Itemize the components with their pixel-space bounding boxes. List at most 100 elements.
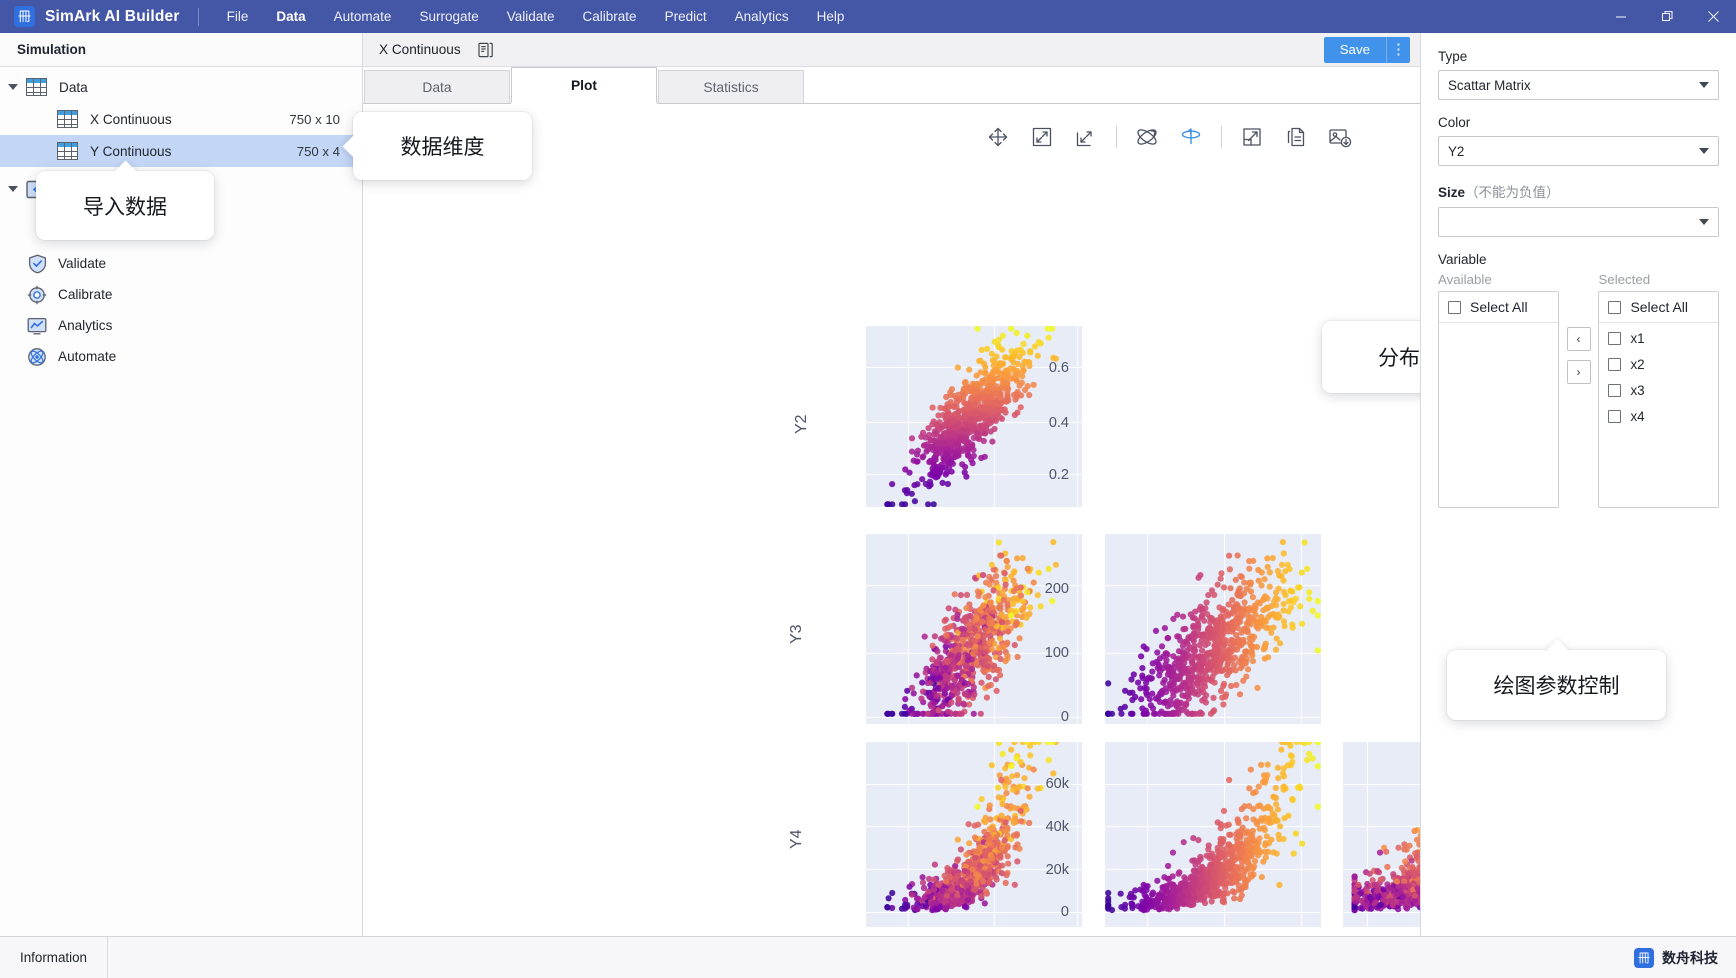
minimize-icon[interactable] xyxy=(1598,0,1644,33)
available-select-all-label: Select All xyxy=(1470,299,1528,315)
color-select-value: Y2 xyxy=(1448,143,1465,159)
tab-statistics[interactable]: Statistics xyxy=(658,70,804,103)
book-panel-icon[interactable] xyxy=(477,40,497,60)
expand-caret-surrogate[interactable] xyxy=(0,186,26,192)
list-item[interactable]: x1 xyxy=(1608,331,1709,346)
status-bar: Information 冊 数舟科技 xyxy=(0,936,1736,978)
tree-item-label: Y Continuous xyxy=(90,143,172,159)
sidebar-item-label: Calibrate xyxy=(58,287,113,302)
save-button-group: Save ⋮ xyxy=(1323,36,1410,63)
zoom-in-collapse-icon[interactable] xyxy=(1064,120,1108,154)
sidebar-item-label: Analytics xyxy=(58,318,113,333)
menu-item-calibrate[interactable]: Calibrate xyxy=(569,3,651,30)
move-right-button[interactable]: › xyxy=(1566,360,1591,384)
callout-data-dimension: 数据维度 xyxy=(353,112,532,180)
chevron-down-icon xyxy=(1699,148,1709,154)
menu-item-analytics[interactable]: Analytics xyxy=(721,3,803,30)
app-logo-icon: 冊 xyxy=(14,6,35,27)
tab-data[interactable]: Data xyxy=(364,70,510,103)
size-select[interactable] xyxy=(1438,207,1719,237)
axis-tick-y4-40k: 40k xyxy=(1045,819,1069,835)
tree-item-label: Data xyxy=(59,79,88,95)
menu-item-help[interactable]: Help xyxy=(803,3,859,30)
menu-item-validate[interactable]: Validate xyxy=(493,3,569,30)
axis-tick-y2-0p6: 0.6 xyxy=(1048,360,1069,376)
document-actions: Save ⋮ xyxy=(1323,36,1420,63)
type-select[interactable]: Scattar Matrix xyxy=(1438,70,1719,100)
available-column: Available Select All xyxy=(1438,272,1559,508)
callout-distribution-scatter: 分布散点图 xyxy=(1322,321,1420,393)
checkbox-x2[interactable] xyxy=(1608,358,1622,371)
status-information[interactable]: Information xyxy=(0,937,108,978)
sidebar-item-label: Automate xyxy=(58,349,117,364)
menu-item-surrogate[interactable]: Surrogate xyxy=(405,3,492,30)
tree-item-label: X Continuous xyxy=(90,111,172,127)
sidebar-title: Simulation xyxy=(0,33,362,67)
tree-item-data[interactable]: Data xyxy=(0,71,362,103)
save-options-menu-button[interactable]: ⋮ xyxy=(1386,36,1410,63)
menu-item-file[interactable]: File xyxy=(213,3,263,30)
color-select[interactable]: Y2 xyxy=(1438,136,1719,166)
axis-tick-y3-200: 200 xyxy=(1044,581,1069,597)
available-items xyxy=(1439,323,1558,507)
checkbox-x3[interactable] xyxy=(1608,384,1622,397)
tab-plot[interactable]: Plot xyxy=(511,67,657,103)
list-item-label: x4 xyxy=(1630,409,1645,424)
expand-caret-data[interactable] xyxy=(0,84,26,90)
list-item[interactable]: x2 xyxy=(1608,357,1709,372)
title-divider xyxy=(197,7,199,26)
tree-item-y-continuous[interactable]: Y Continuous 750 x 4 xyxy=(0,135,362,167)
list-item-label: x3 xyxy=(1630,383,1645,398)
scatter-panel-y4-y2[interactable] xyxy=(1105,742,1321,927)
available-listbox[interactable]: Select All xyxy=(1438,291,1559,508)
close-icon[interactable] xyxy=(1690,0,1736,33)
sidebar-item-validate[interactable]: Validate xyxy=(0,248,362,279)
checkbox-x4[interactable] xyxy=(1608,410,1622,423)
chart-monitor-icon xyxy=(26,315,48,337)
save-button[interactable]: Save xyxy=(1323,36,1386,63)
selected-listbox[interactable]: Select All x1 x2 x3 x4 xyxy=(1598,291,1720,508)
list-item-label: x2 xyxy=(1630,357,1645,372)
copy-duplicate-icon[interactable] xyxy=(1274,120,1318,154)
menu-item-automate[interactable]: Automate xyxy=(320,3,406,30)
pan-move-icon[interactable] xyxy=(976,120,1020,154)
table-icon xyxy=(57,141,79,161)
axis-tick-y3-0: 0 xyxy=(1060,709,1069,725)
zoom-out-expand-icon[interactable] xyxy=(1020,120,1064,154)
type-select-value: Scattar Matrix xyxy=(1448,77,1531,93)
checkbox-x1[interactable] xyxy=(1608,332,1622,345)
tree-item-x-continuous[interactable]: X Continuous 750 x 10 xyxy=(0,103,362,135)
selected-select-all-row[interactable]: Select All xyxy=(1599,292,1719,323)
scatter-panel-y3-y1[interactable] xyxy=(866,534,1082,724)
selected-items: x1 x2 x3 x4 xyxy=(1599,323,1718,507)
available-select-all-row[interactable]: Select All xyxy=(1439,292,1558,323)
list-item[interactable]: x3 xyxy=(1608,383,1709,398)
available-select-all-checkbox[interactable] xyxy=(1448,300,1461,314)
sidebar-item-automate[interactable]: Automate xyxy=(0,341,362,372)
menu-item-predict[interactable]: Predict xyxy=(651,3,721,30)
sidebar-item-analytics[interactable]: Analytics xyxy=(0,310,362,341)
save-image-icon[interactable] xyxy=(1318,120,1362,154)
table-icon xyxy=(57,109,79,129)
restore-icon[interactable] xyxy=(1644,0,1690,33)
scatter-panel-y4-y3[interactable] xyxy=(1343,742,1420,927)
tree-item-dimensions: 750 x 10 xyxy=(289,111,340,127)
move-left-button[interactable]: ‹ xyxy=(1566,327,1591,351)
sidebar-nav-list: Validate Calibrate Analytics Automate xyxy=(0,243,362,372)
scatter-panel-y3-y2[interactable] xyxy=(1105,534,1321,724)
reset-rotation-icon[interactable] xyxy=(1169,120,1213,154)
selected-select-all-checkbox[interactable] xyxy=(1608,300,1622,314)
list-item[interactable]: x4 xyxy=(1608,409,1709,424)
orbit-rotate-icon[interactable] xyxy=(1125,120,1169,154)
menu-item-data[interactable]: Data xyxy=(262,3,319,30)
menu-bar: File Data Automate Surrogate Validate Ca… xyxy=(213,3,859,30)
shield-check-icon xyxy=(26,253,48,275)
sidebar-item-label: Validate xyxy=(58,256,107,271)
available-header: Available xyxy=(1438,272,1492,287)
plot-area: 0.6 0.4 0.2 Y2 200 100 0 Y3 60k 40k 20k … xyxy=(363,104,1420,936)
callout-plot-parameter-control: 绘图参数控制 xyxy=(1447,650,1666,720)
open-external-icon[interactable] xyxy=(1230,120,1274,154)
sidebar-item-calibrate[interactable]: Calibrate xyxy=(0,279,362,310)
toolbar-separator xyxy=(1221,126,1222,148)
status-message-area xyxy=(108,937,1616,978)
